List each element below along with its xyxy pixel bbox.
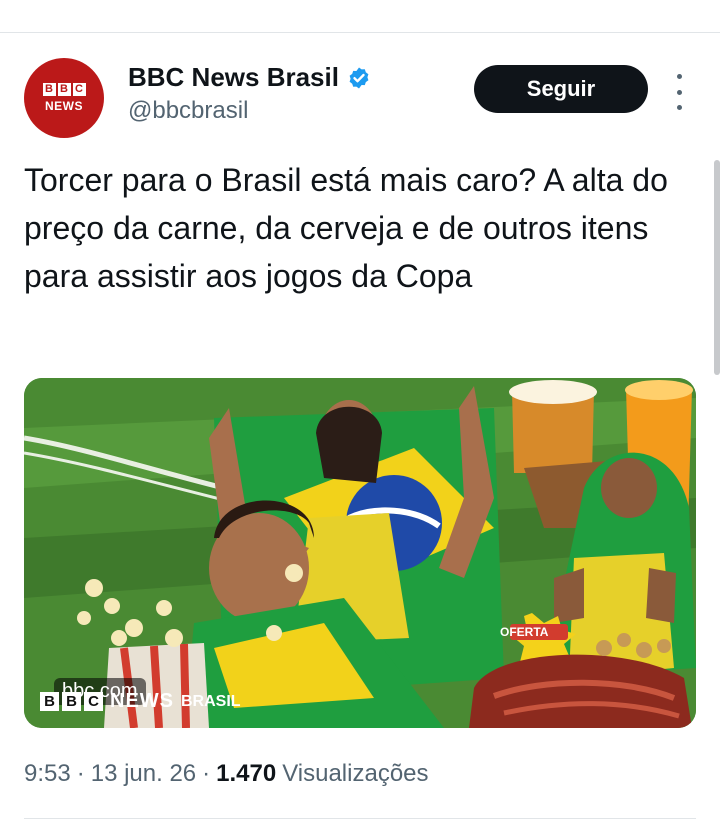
- display-name[interactable]: BBC News Brasil: [128, 62, 339, 93]
- bbc-block: B: [57, 83, 71, 96]
- avatar-news-label: NEWS: [45, 99, 83, 113]
- tweet-date[interactable]: 13 jun. 26: [91, 760, 196, 788]
- watermark-news: NEWS: [110, 690, 174, 712]
- price-tag-label: OFERTA: [500, 625, 549, 639]
- tweet-time[interactable]: 9:53: [24, 760, 71, 788]
- tweet-media-image[interactable]: [24, 378, 696, 728]
- verified-badge-icon: [349, 67, 369, 88]
- watermark-block: C: [84, 692, 103, 711]
- avatar[interactable]: B B C NEWS: [24, 58, 104, 138]
- more-options-icon[interactable]: [670, 74, 688, 110]
- name-row: BBC News Brasil: [128, 62, 371, 93]
- views-count: 1.470: [216, 760, 277, 787]
- scrollbar[interactable]: [714, 160, 720, 375]
- follow-button[interactable]: Seguir: [474, 65, 648, 113]
- views-label: Visualizações: [282, 760, 429, 787]
- tweet-text: Torcer para o Brasil está mais caro? A a…: [24, 162, 668, 294]
- handle[interactable]: @bbcbrasil: [128, 97, 248, 125]
- bottom-divider: [24, 818, 696, 819]
- meta-separator: ·: [202, 760, 211, 787]
- watermark-brasil: BRASIL: [181, 692, 241, 710]
- watermark-block: B: [40, 692, 59, 711]
- meta-separator: ·: [76, 760, 85, 787]
- bbc-logo: B B C: [42, 83, 86, 96]
- top-divider: [0, 32, 720, 33]
- bbc-news-brasil-watermark: B B C NEWS BRASIL: [40, 690, 241, 713]
- bbc-block: B: [42, 83, 56, 96]
- bbc-block: C: [72, 83, 86, 96]
- watermark-block: B: [62, 692, 81, 711]
- tweet-meta: 9:53 · 13 jun. 26 · 1.470 Visualizações: [24, 760, 429, 788]
